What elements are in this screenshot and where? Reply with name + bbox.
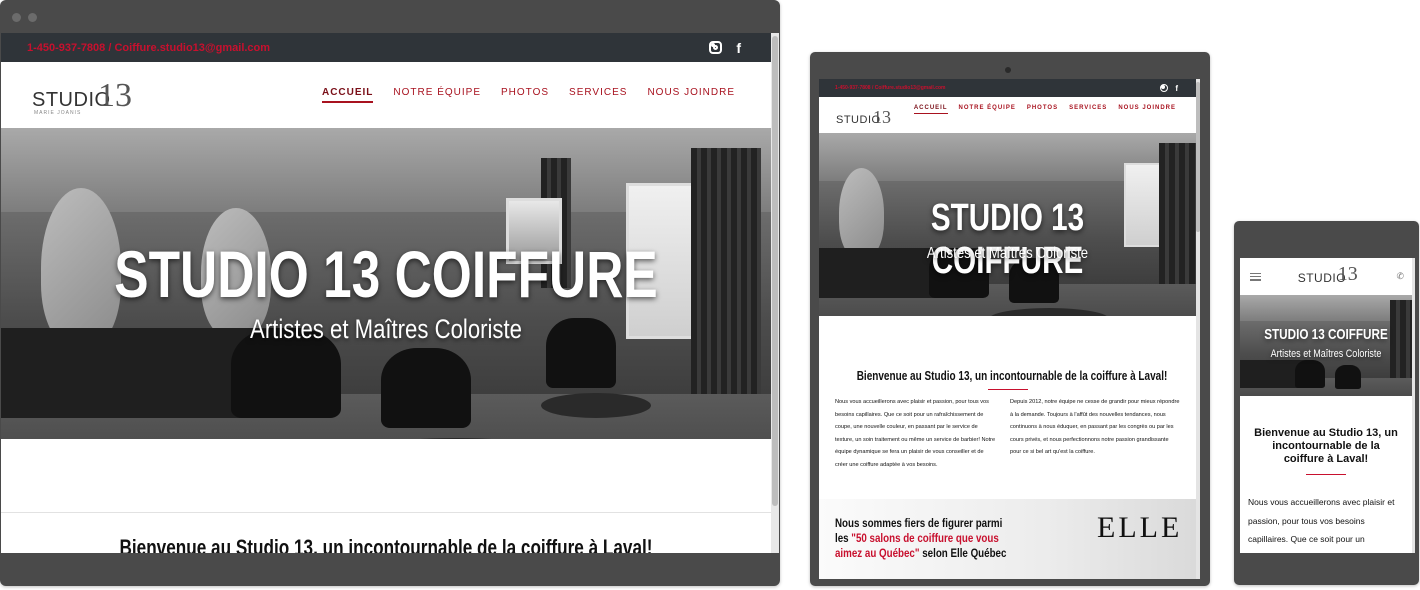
section-divider (1, 512, 771, 513)
tablet-studio13-logo[interactable]: STUDIO 13 (836, 107, 892, 133)
elle-logo: ELLE (1097, 511, 1183, 544)
tablet-nav-menu: ACCUEIL NOTRE ÉQUIPE PHOTOS SERVICES NOU… (913, 105, 1176, 114)
phone-hero-banner: STUDIO 13 COIFFURE Artistes et Maîtres C… (1240, 295, 1412, 413)
browser-dot (28, 13, 37, 22)
tablet-heading-rule (987, 389, 1028, 390)
phone-header: STUDIO 13 ✆ (1240, 258, 1412, 295)
tablet-instagram-icon[interactable] (1160, 84, 1169, 92)
hamburger-menu-icon[interactable] (1250, 272, 1261, 281)
hero-bottom-slant (1, 439, 771, 508)
facebook-icon[interactable]: f (736, 40, 741, 56)
elle-text-post: selon Elle Québec (919, 548, 1007, 560)
phone-scrollbar[interactable] (1412, 258, 1415, 553)
tablet-frame: 1-450-937-7808 / Coiffure.studio13@gmail… (810, 52, 1210, 586)
tablet-hero-bottom-slant (819, 316, 1196, 349)
email-link[interactable]: Coiffure.studio13@gmail.com (114, 42, 270, 54)
tablet-contact-info: 1-450-937-7808 / Coiffure.studio13@gmail… (835, 85, 945, 91)
tablet-hero-title: STUDIO 13 COIFFURE (930, 197, 1085, 282)
tablet-nav-item-photos[interactable]: PHOTOS (1027, 105, 1058, 114)
nav-menu: ACCUEIL NOTRE ÉQUIPE PHOTOS SERVICES NOU… (321, 87, 735, 103)
phone-frame: STUDIO 13 ✆ STUDIO 13 COIFFURE Artistes … (1234, 221, 1419, 585)
desktop-screen: 1-450-937-7808 / Coiffure.studio13@gmail… (1, 33, 771, 553)
desktop-scroll-thumb[interactable] (772, 36, 778, 506)
instagram-icon[interactable] (709, 41, 723, 54)
phone-screen: STUDIO 13 ✆ STUDIO 13 COIFFURE Artistes … (1240, 258, 1412, 553)
desktop-browser-frame: 1-450-937-7808 / Coiffure.studio13@gmail… (0, 0, 780, 586)
logo-tagline: MARIE JOANIS (34, 110, 82, 116)
phone-link[interactable]: 1-450-937-7808 (27, 42, 105, 54)
tablet-elle-text: Nous sommes fiers de figurer parmi les "… (835, 517, 1014, 562)
tablet-elle-section: Nous sommes fiers de figurer parmi les "… (819, 499, 1196, 579)
nav-item-notre-equipe[interactable]: NOTRE ÉQUIPE (393, 87, 481, 103)
hero-title: STUDIO 13 COIFFURE (114, 237, 658, 311)
tablet-nav-item-nous-joindre[interactable]: NOUS JOINDRE (1118, 105, 1176, 114)
phone-logo-number: 13 (1337, 262, 1358, 285)
tablet-top-contact-bar: 1-450-937-7808 / Coiffure.studio13@gmail… (819, 79, 1196, 97)
phone-welcome-heading: Bienvenue au Studio 13, un incontournabl… (1254, 427, 1398, 465)
phone-heading-rule (1306, 474, 1346, 475)
main-nav: STUDIO 13 MARIE JOANIS ACCUEIL NOTRE ÉQU… (1, 62, 771, 128)
nav-item-services[interactable]: SERVICES (569, 87, 627, 103)
hero-banner: STUDIO 13 COIFFURE Artistes et Maîtres C… (1, 128, 771, 508)
nav-item-photos[interactable]: PHOTOS (501, 87, 549, 103)
phone-icon[interactable]: ✆ (1396, 272, 1404, 282)
tablet-hero-subtitle: Artistes et Maîtres Coloriste (926, 245, 1089, 262)
top-contact-bar: 1-450-937-7808 / Coiffure.studio13@gmail… (1, 33, 771, 62)
tablet-intro-columns: Nous vous accueillerons avec plaisir et … (819, 396, 1196, 471)
phone-hero-title: STUDIO 13 COIFFURE (1264, 326, 1388, 343)
tablet-logo-number: 13 (873, 107, 891, 127)
nav-item-accueil[interactable]: ACCUEIL (321, 87, 374, 103)
tablet-main-nav: STUDIO 13 ACCUEIL NOTRE ÉQUIPE PHOTOS SE… (819, 97, 1196, 133)
tablet-intro-col-1: Nous vous accueillerons avec plaisir et … (835, 399, 996, 468)
tablet-screen: 1-450-937-7808 / Coiffure.studio13@gmail… (819, 79, 1196, 579)
nav-item-nous-joindre[interactable]: NOUS JOINDRE (647, 87, 735, 103)
hero-subtitle: Artistes et Maîtres Coloriste (250, 314, 522, 344)
phone-studio13-logo[interactable]: STUDIO 13 (1298, 262, 1360, 289)
tablet-email-link[interactable]: Coiffure.studio13@gmail.com (875, 85, 946, 91)
welcome-heading: Bienvenue au Studio 13, un incontournabl… (119, 535, 653, 553)
tablet-scroll-thumb[interactable] (1196, 82, 1200, 232)
tablet-facebook-icon[interactable]: f (1175, 84, 1178, 93)
tablet-hero-banner: STUDIO 13 COIFFURE Artistes et Maîtres C… (819, 133, 1196, 349)
tablet-welcome-heading: Bienvenue au Studio 13, un incontournabl… (856, 369, 1168, 383)
tablet-phone-link[interactable]: 1-450-937-7808 (835, 85, 871, 91)
tablet-social-links: f (1160, 84, 1178, 93)
contact-info: 1-450-937-7808 / Coiffure.studio13@gmail… (27, 42, 270, 54)
tablet-camera (1005, 67, 1011, 73)
phone-hero-subtitle: Artistes et Maîtres Coloriste (1270, 348, 1382, 360)
browser-dot (12, 13, 21, 22)
tablet-nav-item-notre-equipe[interactable]: NOTRE ÉQUIPE (959, 105, 1016, 114)
logo-number: 13 (98, 77, 132, 114)
phone-intro-text: Nous vous accueillerons avec plaisir et … (1248, 497, 1395, 544)
tablet-nav-item-services[interactable]: SERVICES (1069, 105, 1107, 114)
tablet-nav-item-accueil[interactable]: ACCUEIL (913, 105, 948, 114)
phone-hero-bottom-slant (1240, 396, 1412, 413)
social-links: f (709, 40, 741, 56)
studio13-logo[interactable]: STUDIO 13 MARIE JOANIS (32, 75, 132, 116)
tablet-intro-col-2: Depuis 2012, notre équipe ne cesse de gr… (1010, 399, 1180, 455)
